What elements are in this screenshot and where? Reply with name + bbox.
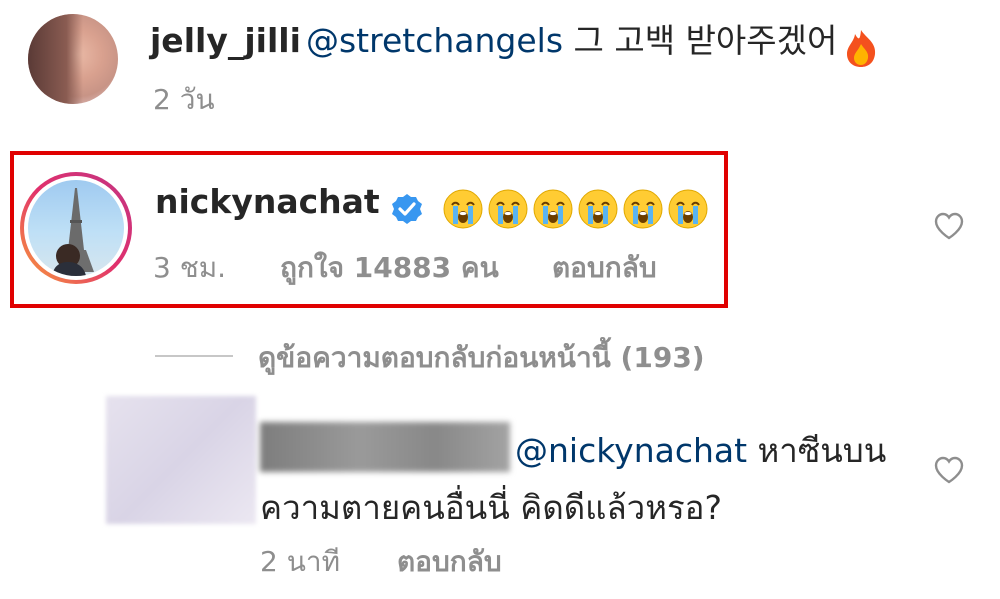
comment3-mention[interactable]: @nickynachat <box>515 431 747 470</box>
comment2-body: nickynachat <box>155 182 712 230</box>
comment2-reply-button[interactable]: ตอบกลับ <box>552 246 657 290</box>
crying-face-icon <box>577 188 619 230</box>
comment1-text: 그 고백 받아주겠어 <box>563 21 838 60</box>
verified-badge-icon <box>391 193 423 225</box>
crying-face-icon <box>532 188 574 230</box>
avatar-jelly-jilli[interactable] <box>28 14 118 104</box>
comment2-likes[interactable]: ถูกใจ 14883 คน <box>280 246 499 290</box>
fire-icon <box>842 28 880 68</box>
crying-face-icon <box>442 188 484 230</box>
crying-face-icon <box>487 188 529 230</box>
comment1-time: 2 วัน <box>153 83 215 116</box>
like-heart-icon[interactable] <box>934 456 964 484</box>
avatar-nickynachat[interactable] <box>20 172 132 284</box>
comment3-text-line1: หาซีนบน <box>747 431 887 470</box>
comment2-time: 3 ชม. <box>153 251 227 284</box>
view-replies-line <box>155 355 233 357</box>
avatar-hair <box>28 14 83 104</box>
comment3-reply-button[interactable]: ตอบกลับ <box>397 540 502 584</box>
comment1-body: jelly_jilli @stretchangels 그 고백 받아주겠어 <box>150 14 880 68</box>
view-replies-button[interactable]: ดูข้อความตอบกลับก่อนหน้านี้ (193) <box>258 336 705 380</box>
avatar-photo <box>28 180 124 276</box>
comment3-text-line2: ความตายคนอื่นนี่ คิดดีแล้วหรอ? <box>260 488 723 527</box>
avatar-blurred[interactable] <box>106 396 256 524</box>
comment1-username[interactable]: jelly_jilli <box>150 21 301 60</box>
comment3-time: 2 นาที <box>260 545 341 578</box>
eiffel-tower-icon <box>52 188 94 276</box>
comment1-mention[interactable]: @stretchangels <box>306 21 563 60</box>
avatar-ring <box>24 176 128 280</box>
username-blurred[interactable] <box>260 422 510 472</box>
comment2-username[interactable]: nickynachat <box>155 182 380 221</box>
emoji-row <box>442 189 712 228</box>
crying-face-icon <box>667 188 709 230</box>
comment3-body: @nickynachat หาซีนบน <box>515 424 886 477</box>
like-heart-icon[interactable] <box>934 212 964 240</box>
crying-face-icon <box>622 188 664 230</box>
